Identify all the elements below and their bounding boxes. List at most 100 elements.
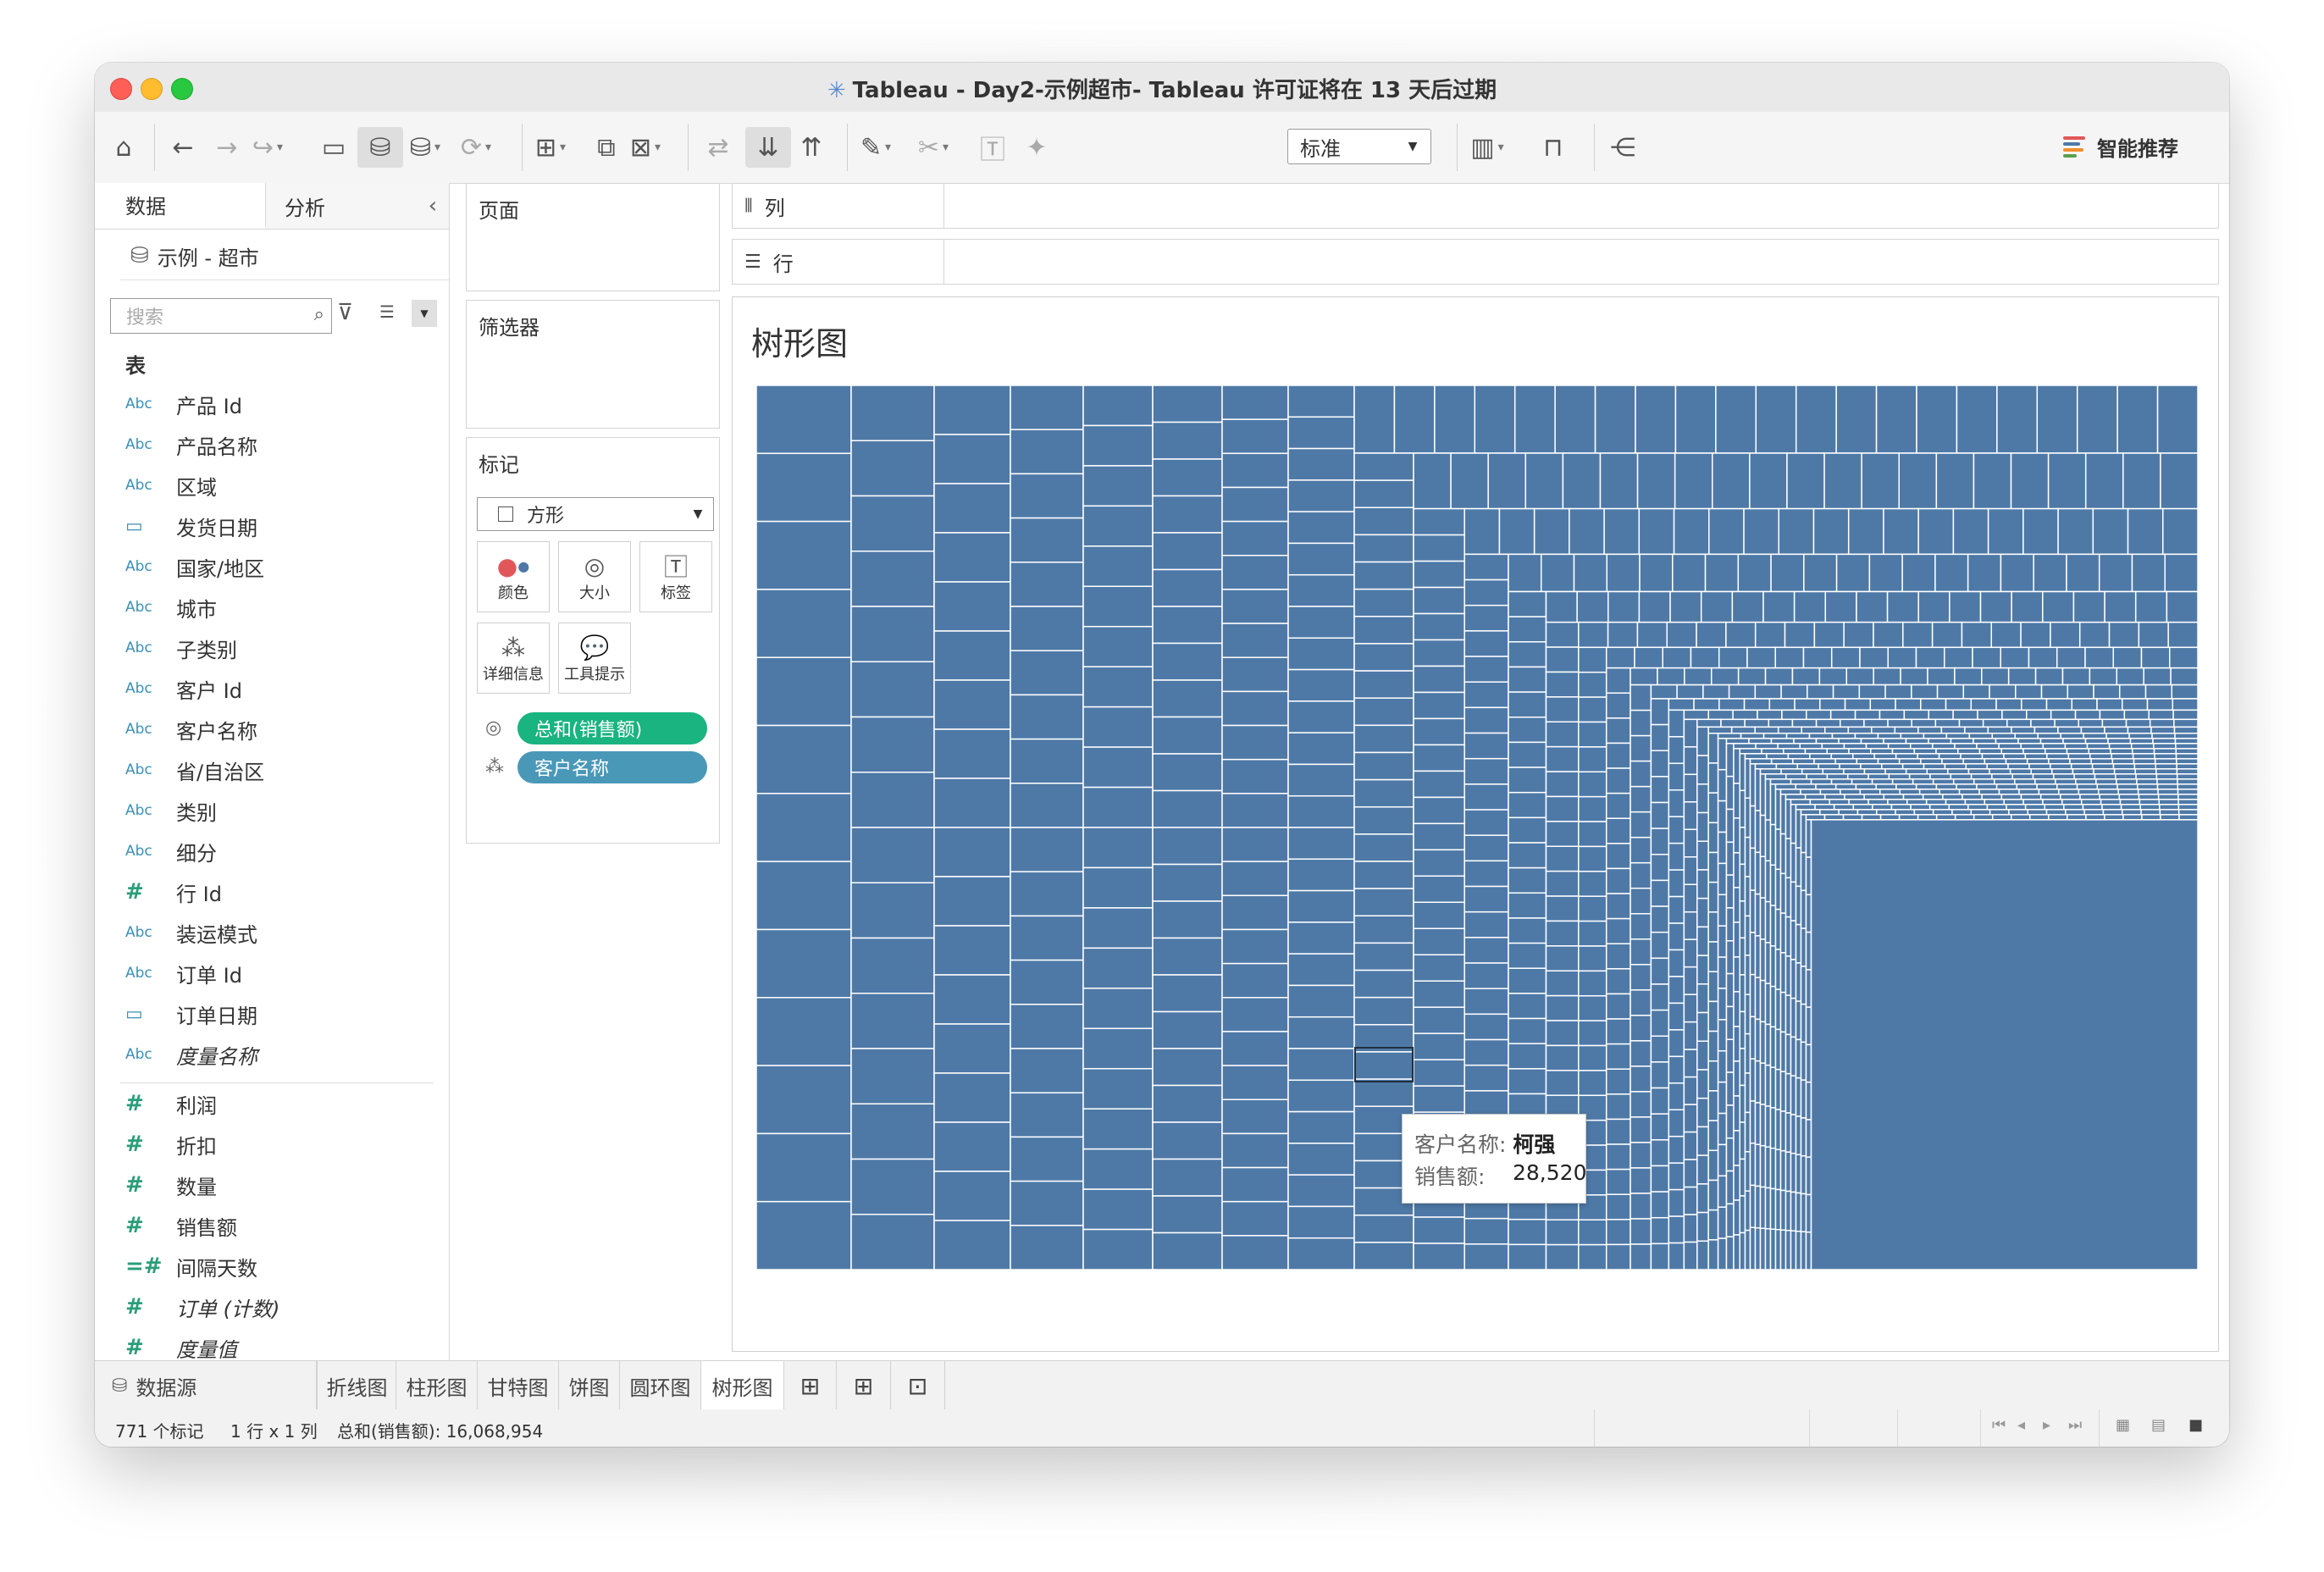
treemap-cell[interactable] (1970, 809, 1991, 816)
treemap-cell[interactable] (1823, 452, 1862, 510)
treemap-cell[interactable] (1784, 1112, 1792, 1153)
treemap-cell[interactable] (1578, 871, 1607, 897)
treemap-cell[interactable] (1353, 1078, 1414, 1107)
treemap-cell[interactable] (1605, 1168, 1631, 1195)
treemap-cell[interactable] (1739, 900, 1746, 939)
treemap-cell[interactable] (2066, 553, 2100, 593)
treemap-cell[interactable] (1650, 1165, 1670, 1193)
treemap-cell[interactable] (1630, 887, 1652, 915)
treemap-cell[interactable] (1733, 743, 1757, 750)
treemap-cell[interactable] (1801, 768, 1824, 775)
treemap-cell[interactable] (2122, 452, 2161, 510)
treemap-cell[interactable] (1152, 827, 1223, 866)
treemap-cell[interactable] (1578, 646, 1607, 673)
treemap-cell[interactable] (1733, 748, 1740, 784)
treemap-cell[interactable] (1152, 1048, 1223, 1087)
treemap-cell[interactable] (1287, 763, 1355, 797)
treemap-cell[interactable] (1851, 778, 1873, 785)
treemap-cell[interactable] (1733, 887, 1740, 923)
treemap-cell[interactable] (1871, 726, 1896, 734)
treemap-cell[interactable] (1873, 753, 1897, 760)
treemap-cell[interactable] (2156, 385, 2198, 454)
treemap-cell[interactable] (1650, 776, 1670, 804)
attach-icon[interactable]: ✂ ▾ (916, 127, 950, 168)
treemap-cell[interactable] (1759, 1227, 1767, 1270)
treemap-cell[interactable] (1744, 758, 1751, 799)
treemap-cell[interactable] (1353, 588, 1414, 617)
treemap-cell[interactable] (1464, 911, 1509, 938)
treemap-cell[interactable] (1898, 814, 1919, 821)
treemap-cell[interactable] (1562, 452, 1602, 510)
treemap-cell[interactable] (1769, 1187, 1777, 1230)
treemap-cell[interactable] (1578, 1219, 1607, 1246)
treemap-cell[interactable] (1715, 385, 1757, 454)
treemap-cell[interactable] (1221, 1132, 1289, 1169)
treemap-cell[interactable] (1696, 840, 1709, 871)
treemap-cell[interactable] (1540, 553, 1575, 593)
new-worksheet-icon[interactable]: ⊞ (784, 1361, 837, 1410)
treemap-cell[interactable] (1683, 828, 1698, 858)
treemap-cell[interactable] (1650, 1061, 1670, 1089)
treemap-cell[interactable] (1770, 758, 1794, 765)
treemap-cell[interactable] (1696, 783, 1709, 814)
treemap-cell[interactable] (1958, 718, 1984, 728)
treemap-cell[interactable] (2111, 753, 2134, 760)
treemap-cell[interactable] (1725, 1170, 1735, 1205)
treemap-cell[interactable] (1010, 429, 1084, 475)
treemap-cell[interactable] (1769, 905, 1777, 947)
treemap-cell[interactable] (1869, 748, 1894, 755)
treemap-cell[interactable] (1739, 753, 1746, 792)
treemap-cell[interactable] (1725, 1005, 1735, 1040)
treemap-cell[interactable] (2084, 738, 2109, 744)
treemap-cell[interactable] (1795, 1038, 1802, 1079)
treemap-cell[interactable] (2022, 748, 2046, 755)
tabs-view-icon[interactable]: ■ (2188, 1416, 2203, 1434)
treemap-cell[interactable] (1792, 758, 1815, 765)
treemap-cell[interactable] (1605, 943, 1631, 970)
treemap-cell[interactable] (1843, 621, 1874, 649)
treemap-cell[interactable] (1984, 799, 2005, 805)
treemap-cell[interactable] (1674, 452, 1713, 510)
treemap-cell[interactable] (1901, 763, 1925, 770)
treemap-cell[interactable] (1717, 1237, 1728, 1270)
treemap-cell[interactable] (1759, 855, 1767, 899)
treemap-cell[interactable] (1782, 748, 1807, 755)
treemap-cell[interactable] (1749, 1058, 1757, 1102)
treemap-cell[interactable] (2094, 773, 2116, 780)
treemap-cell[interactable] (1749, 889, 1757, 933)
treemap-cell[interactable] (1730, 726, 1756, 734)
treemap-cell[interactable] (933, 1220, 1011, 1270)
treemap-cell[interactable] (1725, 621, 1757, 649)
treemap-cell[interactable] (1759, 979, 1767, 1023)
treemap-cell[interactable] (1915, 783, 1938, 790)
treemap-cell[interactable] (2088, 748, 2111, 755)
treemap-cell[interactable] (1221, 1166, 1289, 1203)
treemap-cell[interactable] (1683, 1021, 1698, 1050)
treemap-cell[interactable] (1668, 709, 1685, 738)
treemap-cell[interactable] (1707, 1000, 1719, 1032)
treemap-cell[interactable] (1464, 962, 1509, 989)
treemap-cell[interactable] (2130, 743, 2155, 750)
treemap-cell[interactable] (1578, 945, 1607, 972)
treemap-cell[interactable] (1668, 736, 1685, 765)
treemap-cell[interactable] (1696, 897, 1709, 928)
treemap-cell[interactable] (2146, 698, 2174, 711)
treemap-cell[interactable] (1917, 590, 1951, 623)
treemap-cell[interactable] (1987, 507, 2024, 556)
treemap-cell[interactable] (1790, 959, 1797, 999)
treemap-cell[interactable] (756, 520, 852, 590)
treemap-cell[interactable] (1353, 805, 1414, 835)
treemap-cell[interactable] (1733, 1199, 1740, 1236)
treemap-cell[interactable] (2045, 809, 2067, 816)
treemap-cell[interactable] (1749, 758, 1773, 765)
treemap-cell[interactable] (1630, 1066, 1652, 1093)
treemap-cell[interactable] (1795, 847, 1802, 888)
treemap-cell[interactable] (1868, 553, 1903, 593)
sum-sales-pill[interactable]: 总和(销售额) (517, 712, 707, 744)
treemap-cell[interactable] (1911, 718, 1937, 728)
treemap-cell[interactable] (1737, 667, 1767, 686)
treemap-cell[interactable] (1635, 385, 1677, 454)
treemap-cell[interactable] (1732, 709, 1758, 721)
treemap-cell[interactable] (1764, 667, 1794, 686)
treemap-cell[interactable] (1221, 861, 1289, 897)
